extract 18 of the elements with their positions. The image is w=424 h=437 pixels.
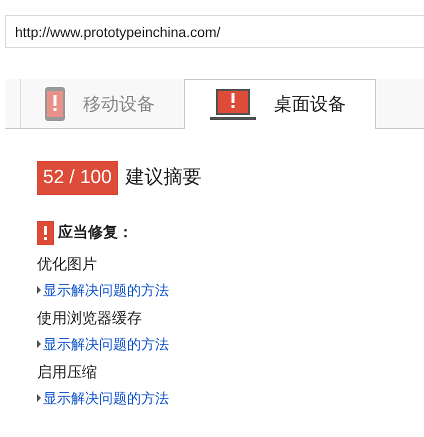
rule-name: 优化图片: [37, 255, 98, 275]
warning-icon: [37, 221, 54, 245]
rule-name: 启用压缩: [37, 363, 98, 383]
score-badge: 52 / 100: [37, 161, 118, 195]
rule-name: 使用浏览器缓存: [37, 309, 143, 329]
url-field[interactable]: http://www.prototypeinchina.com/: [5, 15, 424, 48]
caret-icon: [37, 340, 41, 348]
device-tab[interactable]: 桌面设备: [184, 79, 376, 129]
caret-icon: [37, 286, 41, 294]
show-fix-link[interactable]: 显示解决问题的方法: [43, 335, 169, 353]
show-fix-link[interactable]: 显示解决问题的方法: [43, 281, 169, 299]
section-heading: 应当修复：: [58, 222, 133, 243]
show-fix-link[interactable]: 显示解决问题的方法: [43, 389, 169, 407]
laptop-icon: [210, 88, 256, 120]
caret-icon: [37, 394, 41, 402]
device-tab[interactable]: 移动设备: [21, 79, 184, 129]
summary-title: 建议摘要: [126, 166, 202, 190]
phone-icon: [45, 87, 65, 121]
